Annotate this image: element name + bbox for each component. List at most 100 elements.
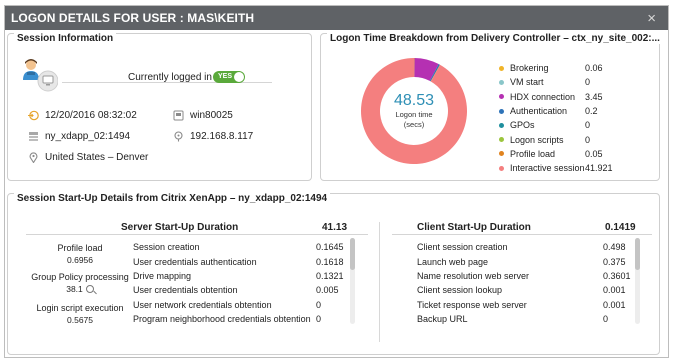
session-information-panel: Session Information Currently logged in … — [7, 33, 312, 181]
legend-dot — [499, 108, 504, 114]
table-row: Program neighborhood credentials obtenti… — [133, 312, 345, 326]
row-name: Ticket response web server — [417, 299, 527, 310]
legend-value: 0 — [585, 134, 591, 145]
toggle-knob — [234, 72, 244, 82]
server-startup-total: 41.13 — [322, 222, 348, 233]
legend-value: 3.45 — [585, 91, 603, 102]
table-row: Client session lookup 0.001 — [417, 283, 632, 297]
login-script-label: Login script execution — [36, 303, 124, 313]
legend-label: Brokering — [510, 63, 549, 74]
client-table-scrollbar[interactable] — [635, 238, 640, 324]
legend-dot — [499, 122, 504, 128]
logon-breakdown-title: Logon Time Breakdown from Delivery Contr… — [327, 33, 663, 44]
profile-load-label: Profile load — [57, 243, 103, 253]
dialog-titlebar: LOGON DETAILS FOR USER : MAS\KEITH × — [5, 6, 668, 30]
legend-row: Logon scripts 0 — [499, 132, 649, 146]
startup-title: Session Start-Up Details from Citrix Xen… — [14, 193, 331, 204]
legend-label: Profile load — [510, 148, 556, 159]
profile-load-metric: Profile load 0.6956 — [30, 243, 130, 266]
logon-time-info: 12/20/2016 08:32:02 — [28, 110, 137, 121]
logon-breakdown-legend: Brokering 0.06 VM start 0 HDX connection 3.45… — [499, 61, 649, 175]
machine-info: win80025 — [173, 110, 233, 121]
row-name: Backup URL — [417, 314, 468, 325]
row-name: Client session lookup — [417, 285, 503, 296]
legend-dot — [499, 65, 504, 71]
legend-row: Brokering 0.06 — [499, 61, 649, 75]
dialog-title: LOGON DETAILS FOR USER : MAS\KEITH — [11, 11, 255, 25]
legend-label: VM start — [510, 77, 544, 88]
server-heading-divider — [26, 234, 368, 235]
row-name: Name resolution web server — [417, 270, 530, 281]
row-value: 0.498 — [603, 242, 626, 253]
computer-icon — [173, 110, 184, 121]
monitor-icon — [42, 75, 54, 84]
server-icon — [28, 131, 39, 142]
login-script-value: 0.5675 — [67, 314, 93, 325]
delivery-group-value: ny_xdapp_02:1494 — [45, 131, 131, 142]
legend-value: 0 — [585, 77, 591, 88]
location-value: United States – Denver — [45, 152, 149, 163]
legend-value: 0 — [585, 120, 591, 131]
legend-label: HDX connection — [510, 91, 576, 102]
row-name: Launch web page — [417, 256, 489, 267]
server-scroll-thumb[interactable] — [350, 238, 355, 270]
legend-row: Profile load 0.05 — [499, 147, 649, 161]
network-icon — [173, 131, 184, 142]
search-icon[interactable] — [85, 284, 94, 293]
location-info: United States – Denver — [28, 152, 148, 163]
logon-time-value: 12/20/2016 08:32:02 — [45, 110, 137, 121]
table-row: Backup URL 0 — [417, 312, 632, 326]
legend-dot — [499, 151, 504, 157]
logged-in-toggle: YES — [213, 71, 245, 83]
close-icon[interactable]: × — [647, 11, 656, 26]
group-policy-value: 38.1 — [66, 283, 83, 294]
client-startup-table: Client session creation 0.498 Launch web p… — [417, 240, 632, 326]
group-policy-metric: Group Policy processing 38.1 — [18, 272, 142, 295]
client-scroll-thumb[interactable] — [635, 238, 640, 270]
table-row: Ticket response web server 0.001 — [417, 298, 632, 312]
legend-value: 41.921 — [585, 163, 613, 174]
group-policy-row: 38.1 — [18, 284, 142, 295]
row-name: Program neighborhood credentials obtenti… — [133, 314, 311, 325]
user-avatar-icon — [23, 59, 58, 92]
toggle-label: YES — [218, 73, 233, 80]
logged-in-label: Currently logged in — [128, 72, 212, 83]
legend-row: GPOs 0 — [499, 118, 649, 132]
server-startup-heading: Server Start-Up Duration — [121, 222, 239, 233]
server-table-scrollbar[interactable] — [350, 238, 355, 324]
row-value: 0.001 — [603, 285, 626, 296]
row-name: Session creation — [133, 242, 200, 253]
location-pin-icon — [28, 152, 39, 163]
legend-row: Authentication 0.2 — [499, 104, 649, 118]
legend-label: GPOs — [510, 120, 535, 131]
legend-dot — [499, 94, 504, 100]
server-startup-table: Session creation 0.1645 User credentials a… — [133, 240, 345, 326]
legend-dot — [499, 79, 504, 85]
client-heading-divider — [392, 234, 652, 235]
row-name: Client session creation — [417, 242, 508, 253]
machine-value: win80025 — [190, 110, 233, 121]
table-row: Drive mapping 0.1321 — [133, 269, 345, 283]
row-name: User credentials obtention — [133, 285, 238, 296]
clock-login-icon — [28, 110, 39, 121]
legend-value: 0.06 — [585, 63, 603, 74]
total-logon-unit: (secs) — [403, 120, 425, 129]
row-name: Drive mapping — [133, 270, 192, 281]
row-value: 0 — [316, 314, 322, 325]
session-information-title: Session Information — [14, 33, 117, 44]
legend-row: VM start 0 — [499, 75, 649, 89]
legend-dot — [499, 165, 504, 171]
login-script-metric: Login script execution 0.5675 — [24, 303, 136, 326]
legend-row: Interactive session 41.921 — [499, 161, 649, 175]
profile-load-value: 0.6956 — [67, 254, 93, 265]
table-row: User network credentials obtention 0 — [133, 298, 345, 312]
total-logon-label: Logon time — [395, 109, 433, 119]
client-startup-heading: Client Start-Up Duration — [417, 222, 531, 233]
table-row: Launch web page 0.375 — [417, 254, 632, 268]
row-value: 0.375 — [603, 256, 626, 267]
client-ip-info: 192.168.8.117 — [173, 131, 253, 142]
row-value: 0 — [603, 314, 609, 325]
row-name: User network credentials obtention — [133, 299, 272, 310]
table-row: User credentials authentication 0.1618 — [133, 254, 345, 268]
group-policy-label: Group Policy processing — [31, 272, 129, 282]
